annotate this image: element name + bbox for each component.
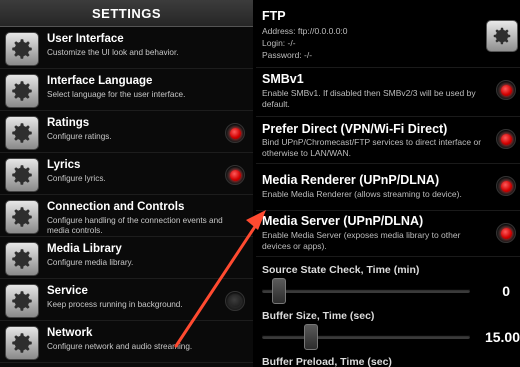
buffer-size-thumb[interactable] — [303, 324, 318, 350]
settings-item-desc: Configure ratings. — [47, 132, 112, 141]
settings-item-media-library[interactable]: Media Library Configure media library. — [0, 238, 253, 279]
option-title: Media Renderer (UPnP/DLNA) — [262, 173, 440, 187]
settings-item-desc: Select language for the user interface. — [47, 90, 186, 99]
service-toggle[interactable] — [225, 291, 245, 311]
buffer-size-label: Buffer Size, Time (sec) — [262, 310, 375, 322]
source-state-check-label: Source State Check, Time (min) — [262, 264, 420, 276]
settings-item-desc: Customize the UI look and behavior. — [47, 48, 179, 57]
buffer-size-track[interactable] — [262, 335, 470, 339]
settings-item-title: Service — [47, 285, 88, 297]
settings-header: SETTINGS — [0, 0, 253, 27]
gear-icon — [493, 27, 511, 45]
settings-item-desc: Configure media library. — [47, 258, 134, 267]
option-title: Prefer Direct (VPN/Wi-Fi Direct) — [262, 122, 448, 136]
option-desc: Bind UPnP/Chromecast/FTP services to dir… — [262, 137, 482, 158]
ftp-settings-button[interactable] — [486, 20, 518, 52]
source-state-check-value: 0 — [502, 283, 510, 299]
ftp-section[interactable]: FTP Address: ftp://0.0.0.0:0 Login: -/- … — [256, 0, 520, 68]
media-renderer-toggle[interactable] — [496, 176, 516, 196]
ftp-login: Login: -/- — [262, 38, 296, 48]
gear-icon — [5, 200, 39, 234]
settings-item-desc: Configure handling of the connection eve… — [47, 216, 223, 235]
ratings-toggle[interactable] — [225, 123, 245, 143]
gear-icon — [5, 242, 39, 276]
settings-item-title: Media Library — [47, 243, 122, 255]
settings-item-desc: Configure lyrics. — [47, 174, 106, 183]
option-desc: Enable Media Server (exposes media libra… — [262, 230, 461, 251]
gear-icon — [5, 326, 39, 360]
prefer-direct-toggle[interactable] — [496, 129, 516, 149]
gear-icon — [5, 116, 39, 150]
smbv1-toggle[interactable] — [496, 80, 516, 100]
ftp-password: Password: -/- — [262, 50, 313, 60]
gear-icon — [5, 284, 39, 318]
settings-item-desc: Configure network and audio streaming. — [47, 342, 193, 351]
option-title: SMBv1 — [262, 72, 304, 86]
settings-panel: SETTINGS User Interface Customize the UI… — [0, 0, 253, 367]
settings-item-user-interface[interactable]: User Interface Customize the UI look and… — [0, 28, 253, 69]
gear-icon — [5, 74, 39, 108]
buffer-size-value: 15.00 — [484, 329, 520, 345]
option-smbv1[interactable]: SMBv1 Enable SMBv1. If disabled then SMB… — [256, 69, 520, 117]
settings-item-connection-and-controls[interactable]: Connection and Controls Configure handli… — [0, 196, 253, 237]
settings-item-desc: Keep process running in background. — [47, 300, 183, 309]
ftp-address: Address: ftp://0.0.0.0:0 — [262, 26, 348, 36]
option-media-renderer[interactable]: Media Renderer (UPnP/DLNA) Enable Media … — [256, 165, 520, 211]
settings-item-network[interactable]: Network Configure network and audio stre… — [0, 322, 253, 363]
option-media-server[interactable]: Media Server (UPnP/DLNA) Enable Media Se… — [256, 212, 520, 257]
gear-icon — [5, 32, 39, 66]
settings-item-title: Ratings — [47, 117, 90, 129]
settings-item-service[interactable]: Service Keep process running in backgrou… — [0, 280, 253, 321]
settings-item-title: Network — [47, 327, 93, 339]
settings-item-ratings[interactable]: Ratings Configure ratings. — [0, 112, 253, 153]
option-title: Media Server (UPnP/DLNA) — [262, 214, 424, 228]
source-state-check-thumb[interactable] — [272, 278, 287, 304]
settings-item-title: User Interface — [47, 33, 124, 45]
settings-item-title: Lyrics — [47, 159, 81, 171]
lyrics-toggle[interactable] — [225, 165, 245, 185]
source-state-check-track[interactable] — [262, 289, 470, 293]
option-prefer-direct[interactable]: Prefer Direct (VPN/Wi-Fi Direct) Bind UP… — [256, 118, 520, 164]
gear-icon — [5, 158, 39, 192]
settings-item-title: Interface Language — [47, 75, 153, 87]
media-server-toggle[interactable] — [496, 223, 516, 243]
option-desc: Enable SMBv1. If disabled then SMBv2/3 w… — [262, 88, 476, 109]
option-desc: Enable Media Renderer (allows streaming … — [262, 189, 462, 199]
settings-item-lyrics[interactable]: Lyrics Configure lyrics. — [0, 154, 253, 195]
settings-item-title: Connection and Controls — [47, 201, 185, 213]
buffer-preload-label: Buffer Preload, Time (sec) — [262, 356, 392, 367]
ftp-title: FTP — [262, 9, 286, 23]
settings-item-interface-language[interactable]: Interface Language Select language for t… — [0, 70, 253, 111]
network-settings-panel: FTP Address: ftp://0.0.0.0:0 Login: -/- … — [256, 0, 520, 367]
